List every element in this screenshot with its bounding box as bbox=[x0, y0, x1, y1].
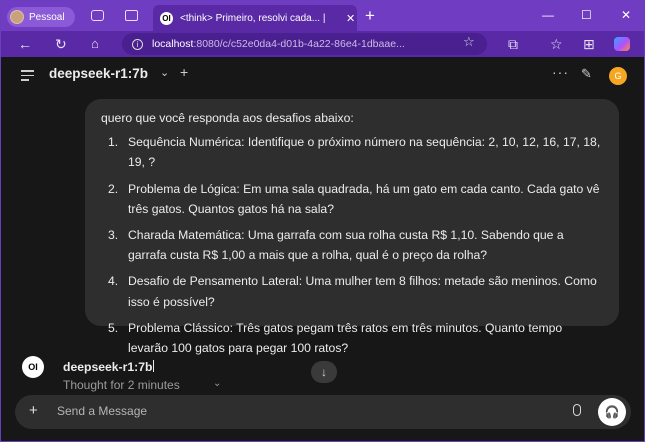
user-message-bubble: quero que você responda aos desafios aba… bbox=[85, 99, 619, 355]
list-number: 3. bbox=[108, 228, 119, 243]
attach-plus-icon[interactable]: + bbox=[29, 402, 38, 419]
message-intro: quero que você responda aos desafios aba… bbox=[101, 111, 354, 125]
extensions-icon[interactable]: ⧉ bbox=[508, 36, 518, 52]
tab-active[interactable]: OI <think> Primeiro, resolvi cada... | ✕ bbox=[153, 5, 357, 31]
new-chat-icon[interactable]: ✎ bbox=[581, 66, 592, 82]
chevron-down-icon[interactable]: ⌄ bbox=[160, 66, 169, 79]
back-icon[interactable]: ← bbox=[18, 36, 32, 52]
tab-title: <think> Primeiro, resolvi cada... | bbox=[180, 12, 326, 24]
list-item: 5. Problema Clássico: Três gatos pegam tr… bbox=[101, 318, 603, 358]
sidebar-toggle-icon[interactable] bbox=[21, 70, 34, 84]
refresh-icon[interactable]: ↻ bbox=[55, 36, 67, 52]
list-text: Problema Clássico: Três gatos pegam três… bbox=[128, 320, 563, 356]
tab-close-icon[interactable]: ✕ bbox=[346, 12, 355, 25]
list-text: Problema de Lógica: Em uma sala quadrada… bbox=[128, 181, 600, 216]
list-item: 2. Problema de Lógica: Em uma sala quadra… bbox=[101, 179, 603, 219]
profile-label: Pessoal bbox=[29, 11, 65, 23]
profile-avatar bbox=[10, 10, 24, 24]
message-composer[interactable]: + Send a Message 🎧 bbox=[15, 395, 631, 429]
challenge-list: 1. Sequência Numérica: Identifique o próx… bbox=[101, 132, 603, 358]
assistant-name: deepseek-r1:7b bbox=[63, 360, 155, 374]
chat-header: deepseek-r1:7b ⌄ + ··· ✎ G bbox=[1, 57, 644, 93]
tab-bar: Pessoal OI <think> Primeiro, resolvi cad… bbox=[1, 1, 644, 31]
address-bar[interactable]: i localhost:8080/c/c52e0da4-d01b-4a22-86… bbox=[122, 33, 487, 55]
list-item: 4. Desafio de Pensamento Lateral: Uma mul… bbox=[101, 271, 603, 311]
url-path: :8080/c/c52e0da4-d01b-4a22-86e4-1dbaae..… bbox=[193, 38, 405, 50]
voice-mode-button[interactable]: 🎧 bbox=[598, 398, 626, 426]
assistant-avatar: OI bbox=[22, 356, 44, 378]
maximize-button[interactable]: ☐ bbox=[581, 8, 592, 22]
close-window-button[interactable]: ✕ bbox=[621, 8, 631, 22]
new-tab-button[interactable]: + bbox=[365, 7, 375, 25]
copilot-icon[interactable] bbox=[614, 37, 630, 51]
favorites-icon[interactable]: ☆ bbox=[550, 36, 563, 52]
thought-toggle[interactable]: Thought for 2 minutes bbox=[63, 378, 180, 392]
profile-button[interactable]: Pessoal bbox=[7, 7, 75, 27]
list-text: Charada Matemática: Uma garrafa com sua … bbox=[128, 228, 564, 263]
ollama-favicon-icon: OI bbox=[160, 11, 173, 25]
assistant-name-text: deepseek-r1:7b bbox=[63, 360, 153, 374]
minimize-button[interactable]: — bbox=[542, 8, 554, 22]
info-icon[interactable]: i bbox=[132, 38, 143, 50]
list-item: 1. Sequência Numérica: Identifique o próx… bbox=[101, 132, 603, 172]
navigation-bar: ← ↻ ⌂ i localhost:8080/c/c52e0da4-d01b-4… bbox=[1, 31, 644, 57]
list-text: Desafio de Pensamento Lateral: Uma mulhe… bbox=[128, 274, 597, 309]
text-cursor bbox=[153, 360, 155, 372]
url-host: localhost bbox=[152, 38, 194, 50]
list-item: 3. Charada Matemática: Uma garrafa com su… bbox=[101, 225, 603, 265]
tab-actions-icon[interactable] bbox=[125, 10, 138, 21]
favorite-star-icon[interactable]: ☆ bbox=[463, 34, 475, 50]
add-model-icon[interactable]: + bbox=[180, 64, 188, 80]
user-avatar[interactable]: G bbox=[609, 67, 627, 85]
model-selector[interactable]: deepseek-r1:7b bbox=[49, 66, 148, 81]
list-number: 2. bbox=[108, 181, 119, 196]
home-icon[interactable]: ⌂ bbox=[91, 36, 99, 52]
list-text: Sequência Numérica: Identifique o próxim… bbox=[128, 135, 601, 170]
list-number: 1. bbox=[108, 135, 119, 150]
more-options-icon[interactable]: ··· bbox=[552, 64, 569, 80]
scroll-down-button[interactable]: ↓ bbox=[311, 361, 337, 383]
message-input[interactable]: Send a Message bbox=[57, 404, 147, 418]
address-url[interactable]: localhost:8080/c/c52e0da4-d01b-4a22-86e4… bbox=[152, 38, 405, 50]
workspaces-icon[interactable] bbox=[91, 10, 104, 21]
browser-window: Pessoal OI <think> Primeiro, resolvi cad… bbox=[0, 0, 645, 442]
collections-icon[interactable]: ⊞ bbox=[583, 36, 595, 52]
list-number: 5. bbox=[108, 320, 119, 335]
list-number: 4. bbox=[108, 274, 119, 289]
microphone-icon[interactable] bbox=[573, 404, 581, 416]
chevron-down-icon[interactable]: ⌄ bbox=[213, 378, 221, 389]
